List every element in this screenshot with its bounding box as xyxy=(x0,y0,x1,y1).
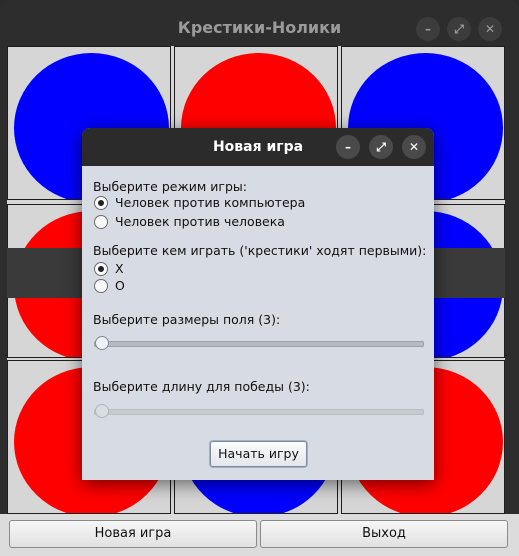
win-length-slider[interactable] xyxy=(94,409,424,415)
win-length-slider-handle[interactable] xyxy=(95,404,109,418)
start-game-button[interactable]: Начать игру xyxy=(210,441,307,467)
radio-label: Человек против компьютера xyxy=(115,195,306,210)
radio-button[interactable] xyxy=(94,196,108,210)
side-label: Выберите кем играть ('крестики' ходят пе… xyxy=(93,243,427,258)
bottom-bar: Новая игра Выход xyxy=(0,514,519,556)
win-length-label: Выберите длину для победы (3): xyxy=(93,379,310,394)
new-game-button[interactable]: Новая игра xyxy=(9,520,257,548)
radio-button[interactable] xyxy=(94,279,108,293)
dialog-titlebar[interactable]: Новая игра – ⤢ ✕ xyxy=(82,128,434,166)
size-slider[interactable] xyxy=(94,341,424,347)
radio-button[interactable] xyxy=(94,262,108,276)
dialog-maximize-icon[interactable]: ⤢ xyxy=(369,135,393,159)
close-icon[interactable]: ✕ xyxy=(478,17,502,41)
minimize-icon[interactable]: – xyxy=(416,17,440,41)
main-titlebar[interactable]: Крестики-Нолики – ⤢ ✕ xyxy=(0,0,519,46)
dialog-close-icon[interactable]: ✕ xyxy=(402,135,426,159)
main-window-title: Крестики-Нолики xyxy=(177,18,342,37)
exit-button[interactable]: Выход xyxy=(260,520,508,548)
dialog-minimize-icon[interactable]: – xyxy=(336,135,360,159)
new-game-dialog: Новая игра – ⤢ ✕ Выберите режим игры: Че… xyxy=(82,128,434,480)
size-slider-handle[interactable] xyxy=(95,336,109,350)
mode-label: Выберите режим игры: xyxy=(93,179,247,194)
radio-label: X xyxy=(115,261,124,276)
size-label: Выберите размеры поля (3): xyxy=(93,312,281,327)
radio-label: O xyxy=(115,278,125,293)
maximize-icon[interactable]: ⤢ xyxy=(447,17,471,41)
radio-button[interactable] xyxy=(94,215,108,229)
radio-label: Человек против человека xyxy=(115,214,285,229)
